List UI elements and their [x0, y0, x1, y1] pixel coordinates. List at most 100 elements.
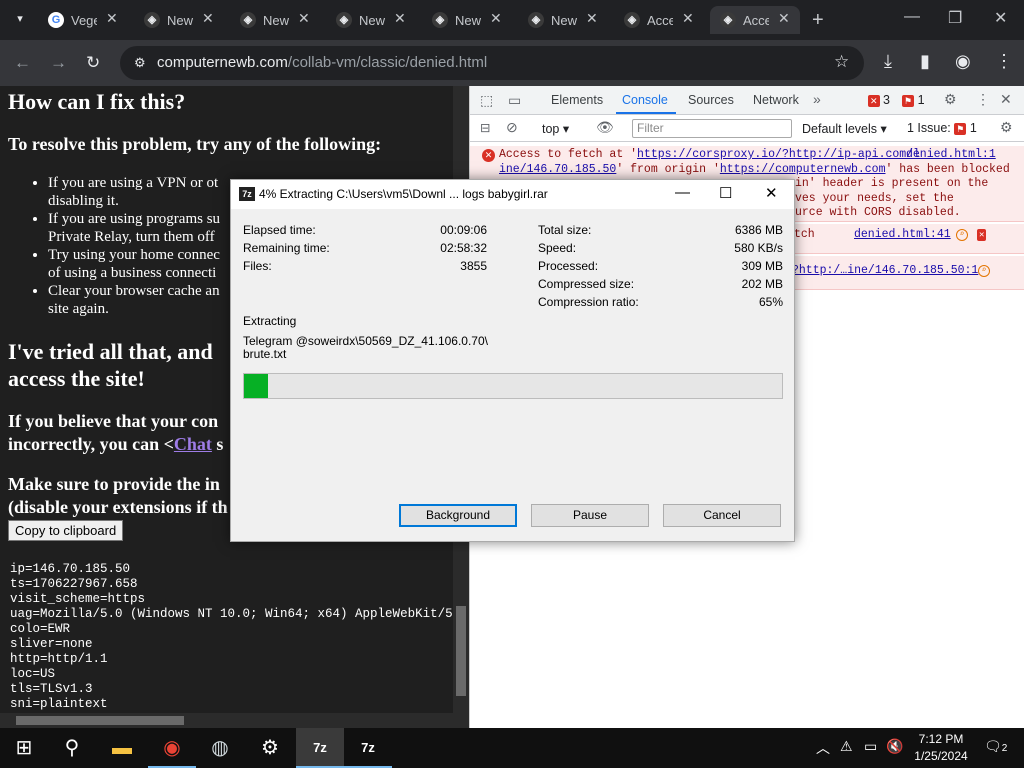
console-filter-input[interactable]: Filter	[632, 119, 792, 138]
security-icon[interactable]: ⚠	[840, 738, 853, 755]
close-tab-icon[interactable]: ✕	[682, 10, 694, 27]
dialog-title-bar[interactable]: 7z 4% Extracting C:\Users\vm5\Downl ... …	[231, 180, 794, 209]
restore-icon[interactable]: ❐	[948, 8, 962, 28]
browser-tab[interactable]: G Vege ✕	[38, 6, 128, 34]
tab-title: Vege	[71, 13, 97, 28]
stat-label: Elapsed time:	[243, 223, 316, 237]
close-tab-icon[interactable]: ✕	[202, 10, 214, 27]
background-button[interactable]: Background	[399, 504, 517, 527]
close-devtools-icon[interactable]: ✕	[1000, 91, 1012, 108]
error-close-icon[interactable]: ✕	[977, 229, 987, 241]
chat-link[interactable]: Chat	[174, 434, 212, 454]
close-dialog-icon[interactable]: ✕	[765, 184, 778, 202]
context-selector[interactable]: top ▾	[542, 121, 569, 136]
tab-search-icon[interactable]: ▾	[8, 12, 32, 30]
close-tab-icon[interactable]: ✕	[778, 10, 790, 27]
source-link[interactable]: denied.html:1	[906, 148, 996, 163]
chrome-icon[interactable]: ◉	[148, 728, 196, 768]
volume-muted-icon[interactable]: 🔇	[886, 738, 903, 755]
error-count[interactable]: ✕ 3	[868, 93, 890, 107]
search-icon[interactable]: ⚲	[48, 728, 96, 768]
7zip-taskbar-icon[interactable]: 7z	[344, 728, 392, 768]
issues-link[interactable]: 1 Issue: ⚑ 1	[907, 121, 977, 135]
more-tabs-icon[interactable]: »	[813, 91, 821, 107]
clear-console-icon[interactable]: ⊘	[506, 119, 518, 136]
profile-avatar-icon[interactable]: ◉	[955, 51, 971, 72]
minimize-icon[interactable]: —	[904, 8, 920, 26]
chrome-menu-icon[interactable]: ⋮	[995, 51, 1013, 72]
bookmark-star-icon[interactable]: ☆	[834, 52, 849, 72]
origin-link[interactable]: https://computernewb.com	[720, 163, 886, 176]
reload-icon[interactable]: ↻	[86, 53, 100, 73]
browser-tab[interactable]: ◈ Acce ✕	[614, 6, 704, 34]
stat-value: 202 MB	[741, 277, 783, 291]
maximize-icon[interactable]: ☐	[719, 184, 732, 202]
tab-title: Acce	[647, 13, 673, 28]
error-url-link[interactable]: ine/146.70.185.50	[499, 163, 616, 176]
close-tab-icon[interactable]: ✕	[106, 10, 118, 27]
settings-gear-icon[interactable]: ⚙	[944, 91, 957, 108]
stat-value: 580 KB/s	[734, 241, 783, 255]
browser-tab[interactable]: ◈ New ✕	[422, 6, 512, 34]
issue-flag-icon: ⚑	[902, 95, 915, 107]
tab-sources[interactable]: Sources	[688, 93, 734, 107]
browser-tab[interactable]: ◈ New ✕	[230, 6, 320, 34]
copy-to-clipboard-button[interactable]: Copy to clipboard	[8, 520, 124, 541]
side-panel-icon[interactable]: ▮	[920, 51, 930, 72]
debug-line: ts=1706227967.658	[10, 577, 138, 591]
close-tab-icon[interactable]: ✕	[394, 10, 406, 27]
address-bar[interactable]: ⚙ computernewb.com/collab-vm/classic/den…	[120, 46, 864, 80]
settings-gear-icon[interactable]: ⚙	[246, 728, 294, 768]
current-file-name: brute.txt	[243, 347, 287, 361]
pause-button[interactable]: Pause	[531, 504, 649, 527]
start-windows-icon[interactable]: ⊞	[0, 728, 48, 768]
taskbar-clock[interactable]: 7:12 PM 1/25/2024	[908, 731, 974, 765]
current-file-path: Telegram @soweirdx\50569_DZ_41.106.0.70\	[243, 334, 488, 348]
7zip-taskbar-icon[interactable]: 7z	[296, 728, 344, 768]
error-url-link[interactable]: https://corsproxy.io/?http://ip-api.com/…	[637, 148, 920, 161]
scroll-thumb[interactable]	[16, 716, 184, 725]
network-icon[interactable]: ▭	[864, 738, 877, 755]
close-tab-icon[interactable]: ✕	[586, 10, 598, 27]
cancel-button[interactable]: Cancel	[663, 504, 781, 527]
url-text[interactable]: computernewb.com/collab-vm/classic/denie…	[157, 54, 487, 71]
browser-tab[interactable]: ◈ New ✕	[518, 6, 608, 34]
minimize-icon[interactable]: —	[675, 184, 690, 201]
tab-title: New	[455, 13, 481, 28]
tab-elements[interactable]: Elements	[551, 93, 603, 107]
steam-icon[interactable]: ◍	[196, 728, 244, 768]
tab-console[interactable]: Console	[622, 93, 668, 107]
download-icon[interactable]: ⤓	[884, 51, 892, 72]
devtools-menu-icon[interactable]: ⋮	[976, 91, 990, 108]
issues-count[interactable]: ⚑ 1	[902, 93, 925, 107]
page-horizontal-scrollbar[interactable]	[0, 713, 469, 728]
scroll-thumb[interactable]	[456, 606, 466, 696]
forward-icon[interactable]: →	[50, 53, 67, 73]
inspect-element-icon[interactable]: ⬚	[480, 92, 493, 109]
lookup-icon[interactable]: ⌕	[978, 265, 990, 277]
debug-line: tls=TLSv1.3	[10, 682, 93, 696]
browser-tab[interactable]: ◈ Acce ✕	[710, 6, 800, 34]
close-window-icon[interactable]: ✕	[994, 8, 1007, 28]
active-tab-indicator	[616, 112, 676, 114]
error-url-link[interactable]: ?http:/…ine/146.70.185.50:1	[792, 264, 978, 279]
live-expression-eye-icon[interactable]: 👁	[596, 119, 614, 136]
new-tab-icon[interactable]: +	[812, 9, 824, 32]
file-explorer-icon[interactable]: ▬	[98, 728, 146, 768]
tab-network[interactable]: Network	[753, 93, 799, 107]
back-icon[interactable]: ←	[14, 53, 31, 73]
source-link[interactable]: denied.html:41	[854, 228, 951, 243]
log-levels-dropdown[interactable]: Default levels ▾	[802, 121, 887, 136]
browser-tab[interactable]: ◈ New ✕	[326, 6, 416, 34]
device-toolbar-icon[interactable]: ▭	[508, 92, 521, 109]
issue-flag-icon: ⚑	[954, 123, 967, 135]
site-info-icon[interactable]: ⚙	[134, 55, 146, 71]
close-tab-icon[interactable]: ✕	[298, 10, 310, 27]
sidebar-toggle-icon[interactable]: ⊟	[480, 120, 490, 135]
console-settings-icon[interactable]: ⚙	[1000, 119, 1013, 136]
notifications-icon[interactable]: 🗨2	[984, 738, 1007, 755]
lookup-icon[interactable]: ⌕	[956, 229, 968, 241]
close-tab-icon[interactable]: ✕	[490, 10, 502, 27]
show-hidden-icons-chevron-icon[interactable]: ︿	[816, 738, 830, 758]
browser-tab[interactable]: ◈ New ✕	[134, 6, 224, 34]
